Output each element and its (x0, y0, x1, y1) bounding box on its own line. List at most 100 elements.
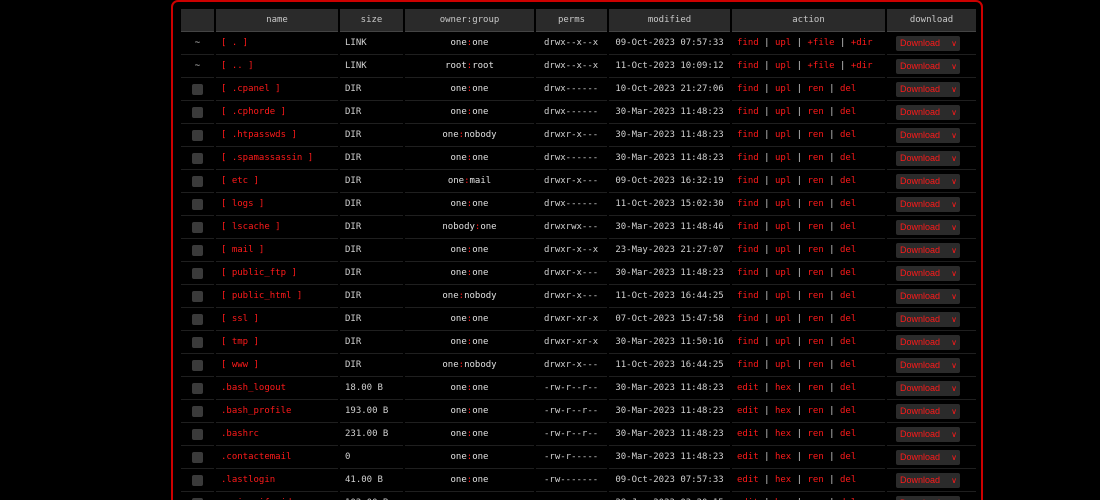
file-name-link[interactable]: .lastlogin (216, 469, 338, 492)
modified-date[interactable]: 09-Oct-2023 07:57:33 (609, 32, 730, 55)
file-name-link[interactable]: [ public_html ] (216, 285, 338, 308)
action-ren-link[interactable]: ren (807, 360, 823, 370)
action-ren-link[interactable]: ren (807, 383, 823, 393)
action-upl-link[interactable]: upl (775, 222, 791, 232)
file-name-link[interactable]: [ .cphorde ] (216, 101, 338, 124)
action-upl-link[interactable]: upl (775, 360, 791, 370)
file-perms[interactable]: drwxr-x--- (536, 285, 607, 308)
file-name-link[interactable]: [ .. ] (216, 55, 338, 78)
action-find-link[interactable]: find (737, 337, 759, 347)
action-ren-link[interactable]: ren (807, 337, 823, 347)
action-del-link[interactable]: del (840, 337, 856, 347)
action-find-link[interactable]: find (737, 245, 759, 255)
file-perms[interactable]: drwxrwx--- (536, 216, 607, 239)
action-ren-link[interactable]: ren (807, 153, 823, 163)
modified-date[interactable]: 11-Oct-2023 16:44:25 (609, 354, 730, 377)
select-checkbox[interactable] (192, 175, 203, 187)
action-hex-link[interactable]: hex (775, 452, 791, 462)
download-select[interactable]: Download∨ (896, 380, 960, 396)
select-checkbox[interactable] (192, 244, 203, 256)
action-ren-link[interactable]: ren (807, 107, 823, 117)
action-ren-link[interactable]: ren (807, 429, 823, 439)
file-perms[interactable]: drwxr-x--- (536, 354, 607, 377)
action-del-link[interactable]: del (840, 199, 856, 209)
modified-date[interactable]: 30-Mar-2023 11:48:23 (609, 124, 730, 147)
file-perms[interactable]: -rw------- (536, 469, 607, 492)
action-find-link[interactable]: find (737, 107, 759, 117)
action-hex-link[interactable]: hex (775, 383, 791, 393)
select-checkbox[interactable] (192, 267, 203, 279)
download-select[interactable]: Download∨ (896, 265, 960, 281)
action-del-link[interactable]: del (840, 268, 856, 278)
file-perms[interactable]: drwxr-xr-x (536, 308, 607, 331)
action-edit-link[interactable]: edit (737, 383, 759, 393)
modified-date[interactable]: 09-Oct-2023 07:57:33 (609, 469, 730, 492)
file-name-link[interactable]: .bash_logout (216, 377, 338, 400)
action-find-link[interactable]: find (737, 61, 759, 71)
file-perms[interactable]: -rw-r----- (536, 446, 607, 469)
action-edit-link[interactable]: edit (737, 429, 759, 439)
action-upl-link[interactable]: upl (775, 268, 791, 278)
action-find-link[interactable]: find (737, 291, 759, 301)
action-del-link[interactable]: del (840, 429, 856, 439)
header-modified[interactable]: modified (609, 9, 730, 32)
select-checkbox[interactable] (192, 336, 203, 348)
modified-date[interactable]: 07-Oct-2023 15:47:58 (609, 308, 730, 331)
file-perms[interactable]: -rw-r--r-- (536, 400, 607, 423)
file-perms[interactable]: drwx------ (536, 147, 607, 170)
select-checkbox[interactable] (192, 290, 203, 302)
file-name-link[interactable]: [ ssl ] (216, 308, 338, 331)
modified-date[interactable]: 30-Mar-2023 11:48:23 (609, 262, 730, 285)
file-perms[interactable]: drwx--x--x (536, 55, 607, 78)
action-upl-link[interactable]: upl (775, 38, 791, 48)
modified-date[interactable]: 30-Mar-2023 11:50:16 (609, 331, 730, 354)
action-find-link[interactable]: find (737, 222, 759, 232)
modified-date[interactable]: 10-Oct-2023 21:27:06 (609, 78, 730, 101)
select-checkbox[interactable] (192, 198, 203, 210)
file-name-link[interactable]: [ .spamassassin ] (216, 147, 338, 170)
action-upl-link[interactable]: upl (775, 84, 791, 94)
file-name-link[interactable]: [ .htpasswds ] (216, 124, 338, 147)
action-upl-link[interactable]: upl (775, 107, 791, 117)
action-ren-link[interactable]: ren (807, 475, 823, 485)
download-select[interactable]: Download∨ (896, 357, 960, 373)
select-checkbox[interactable] (192, 451, 203, 463)
file-perms[interactable]: drwx------ (536, 193, 607, 216)
file-name-link[interactable]: [ mail ] (216, 239, 338, 262)
action-del-link[interactable]: del (840, 475, 856, 485)
download-select[interactable]: Download∨ (896, 150, 960, 166)
download-select[interactable]: Download∨ (896, 311, 960, 327)
file-name-link[interactable]: [ tmp ] (216, 331, 338, 354)
action-del-link[interactable]: del (840, 84, 856, 94)
action-del-link[interactable]: del (840, 222, 856, 232)
download-select[interactable]: Download∨ (896, 81, 960, 97)
action-find-link[interactable]: find (737, 314, 759, 324)
action-del-link[interactable]: del (840, 107, 856, 117)
action-upl-link[interactable]: upl (775, 130, 791, 140)
file-name-link[interactable]: .myimunify_id (216, 492, 338, 500)
file-name-link[interactable]: [ lscache ] (216, 216, 338, 239)
select-checkbox[interactable] (192, 152, 203, 164)
action-hex-link[interactable]: hex (775, 475, 791, 485)
action-del-link[interactable]: del (840, 153, 856, 163)
file-name-link[interactable]: .bash_profile (216, 400, 338, 423)
modified-date[interactable]: 11-Oct-2023 15:02:30 (609, 193, 730, 216)
select-checkbox[interactable] (192, 129, 203, 141)
action-new-dir-link[interactable]: +dir (851, 38, 873, 48)
file-name-link[interactable]: [ public_ftp ] (216, 262, 338, 285)
file-perms[interactable]: drwxr-x--- (536, 124, 607, 147)
download-select[interactable]: Download∨ (896, 173, 960, 189)
modified-date[interactable]: 30-Mar-2023 11:48:23 (609, 101, 730, 124)
action-ren-link[interactable]: ren (807, 268, 823, 278)
action-hex-link[interactable]: hex (775, 406, 791, 416)
download-select[interactable]: Download∨ (896, 495, 960, 500)
action-del-link[interactable]: del (840, 130, 856, 140)
select-checkbox[interactable] (192, 313, 203, 325)
action-ren-link[interactable]: ren (807, 291, 823, 301)
action-upl-link[interactable]: upl (775, 245, 791, 255)
download-select[interactable]: Download∨ (896, 449, 960, 465)
action-find-link[interactable]: find (737, 130, 759, 140)
action-find-link[interactable]: find (737, 268, 759, 278)
file-perms[interactable]: drwxr-xr-x (536, 331, 607, 354)
download-select[interactable]: Download∨ (896, 242, 960, 258)
